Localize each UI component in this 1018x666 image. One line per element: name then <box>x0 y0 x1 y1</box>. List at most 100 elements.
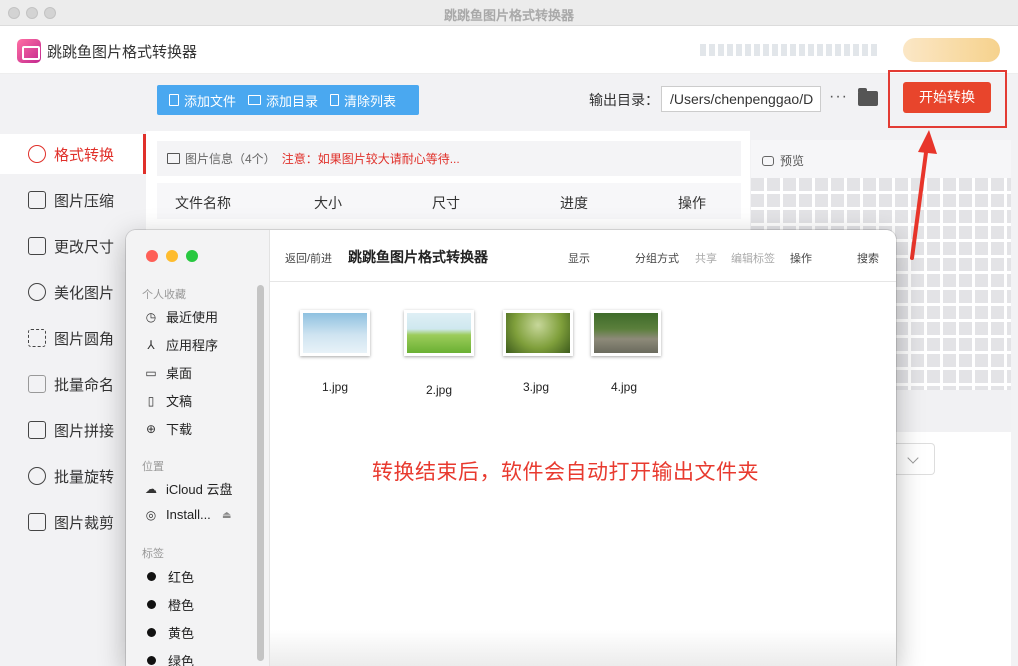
sidebar-item-rounded-corner[interactable]: 图片圆角 <box>0 318 146 358</box>
favorites-section-label: 个人收藏 <box>142 289 186 301</box>
edit-tags-button[interactable]: 编辑标签 <box>731 250 775 266</box>
add-directory-label: 添加目录 <box>266 93 319 109</box>
sidebar-item-stitch[interactable]: 图片拼接 <box>0 410 146 450</box>
sidebar-item-label: 美化图片 <box>54 284 115 302</box>
applications-icon: ⅄ <box>147 337 155 352</box>
disk-icon: ◎ <box>145 507 157 522</box>
app-header: 跳跳鱼图片格式转换器 <box>0 26 1018 74</box>
finder-item-label: iCloud 云盘 <box>166 482 233 497</box>
finder-bottom-edge <box>270 630 896 666</box>
finder-item-label: 文稿 <box>166 394 193 409</box>
sidebar-item-label: 图片压缩 <box>54 192 115 210</box>
finder-close-button[interactable] <box>146 250 158 262</box>
sidebar-item-rotate[interactable]: 批量旋转 <box>0 456 146 496</box>
sidebar-item-label: 图片裁剪 <box>54 514 115 532</box>
window-titlebar: 跳跳鱼图片格式转换器 <box>0 0 1018 26</box>
finder-zoom-button[interactable] <box>186 250 198 262</box>
finder-tag-orange[interactable]: 橙色 <box>144 595 194 614</box>
settings-panel <box>895 390 1011 666</box>
finder-item-icloud[interactable]: ☁ iCloud 云盘 <box>144 479 232 498</box>
file-name-4[interactable]: 4.jpg <box>589 380 659 394</box>
action-button[interactable]: 操作 <box>790 250 812 266</box>
sidebar-item-rename[interactable]: 批量命名 <box>0 364 146 404</box>
view-button[interactable]: 显示 <box>568 250 590 266</box>
output-dir-label: 输出目录： <box>589 92 659 108</box>
finder-toolbar: 返回/前进 跳跳鱼图片格式转换器 显示 分组方式 共享 编辑标签 操作 搜索 <box>270 230 896 282</box>
finder-minimize-button[interactable] <box>166 250 178 262</box>
rotate-icon <box>28 467 46 485</box>
tag-dot-icon <box>147 600 156 609</box>
crop-icon <box>28 513 46 531</box>
add-file-button[interactable]: 添加文件 <box>157 91 236 110</box>
file-thumbnail-4[interactable] <box>591 310 661 356</box>
header-banner[interactable] <box>700 44 880 56</box>
more-options-button[interactable]: ··· <box>829 88 848 106</box>
clock-icon: ◷ <box>145 309 157 324</box>
finder-item-desktop[interactable]: ▭ 桌面 <box>144 363 192 382</box>
clear-list-label: 清除列表 <box>344 93 397 109</box>
sidebar-item-compress[interactable]: 图片压缩 <box>0 180 146 220</box>
share-button[interactable]: 共享 <box>695 250 717 266</box>
finder-sidebar-scrollbar[interactable] <box>257 285 264 661</box>
window-title: 跳跳鱼图片格式转换器 <box>443 8 574 23</box>
file-thumbnail-2[interactable] <box>404 310 474 356</box>
download-icon: ⊕ <box>145 421 157 436</box>
sidebar-item-crop[interactable]: 图片裁剪 <box>0 502 146 542</box>
column-filename: 文件名称 <box>175 195 231 211</box>
file-thumbnail-1[interactable] <box>300 310 370 356</box>
sidebar-item-label: 批量旋转 <box>54 468 115 486</box>
tag-dot-icon <box>147 628 156 637</box>
sidebar-item-beautify[interactable]: 美化图片 <box>0 272 146 312</box>
auto-open-note: 转换结束后，软件会自动打开输出文件夹 <box>372 461 759 484</box>
file-icon <box>169 94 179 106</box>
finder-window-title: 跳跳鱼图片格式转换器 <box>348 249 488 265</box>
finder-item-downloads[interactable]: ⊕ 下载 <box>144 419 192 438</box>
finder-item-documents[interactable]: ▯ 文稿 <box>144 391 192 410</box>
wait-warning: 注意：如果图片较大请耐心等待... <box>281 152 460 166</box>
tag-dot-icon <box>147 656 156 665</box>
finder-item-label: 桌面 <box>166 366 193 381</box>
preview-label: 预览 <box>780 154 805 168</box>
open-folder-icon[interactable] <box>858 88 878 106</box>
sidebar-item-resize[interactable]: 更改尺寸 <box>0 226 146 266</box>
sidebar-item-label: 格式转换 <box>54 146 115 164</box>
start-convert-button[interactable]: 开始转换 <box>903 82 991 113</box>
finder-tag-green[interactable]: 绿色 <box>144 651 194 666</box>
convert-icon <box>28 145 46 163</box>
finder-item-install-volume[interactable]: ◎ Install... <box>144 507 211 522</box>
stitch-icon <box>28 421 46 439</box>
clear-list-button[interactable]: 清除列表 <box>318 91 396 110</box>
output-path-field[interactable]: /Users/chenpenggao/D <box>661 86 821 112</box>
finder-item-label: Install... <box>166 507 211 522</box>
finder-sidebar: 个人收藏 ◷ 最近使用 ⅄ 应用程序 ▭ 桌面 ▯ 文稿 ⊕ 下载 位置 ☁ i… <box>126 230 270 666</box>
group-by-button[interactable]: 分组方式 <box>635 250 679 266</box>
file-name-3[interactable]: 3.jpg <box>501 380 571 394</box>
format-select-dropdown[interactable] <box>895 443 935 475</box>
back-forward-button[interactable]: 返回/前进 <box>285 250 332 266</box>
finder-item-applications[interactable]: ⅄ 应用程序 <box>144 335 218 354</box>
column-size: 大小 <box>314 195 342 211</box>
vip-badge[interactable] <box>903 38 1000 62</box>
search-button[interactable]: 搜索 <box>857 250 879 266</box>
finder-item-label: 下载 <box>166 422 193 437</box>
file-name-1[interactable]: 1.jpg <box>300 380 370 394</box>
file-name-2[interactable]: 2.jpg <box>404 383 474 397</box>
image-info-bar: 图片信息（4个） 注意：如果图片较大请耐心等待... <box>157 141 741 176</box>
finder-tag-yellow[interactable]: 黄色 <box>144 623 194 642</box>
add-directory-button[interactable]: 添加目录 <box>236 91 318 110</box>
finder-item-label: 橙色 <box>168 598 195 613</box>
rename-icon <box>28 375 46 393</box>
sidebar-item-label: 批量命名 <box>54 376 115 394</box>
finder-item-label: 应用程序 <box>166 338 219 353</box>
app-logo-icon <box>17 39 41 63</box>
eject-icon[interactable]: ⏏ <box>222 510 231 521</box>
file-toolbar: 添加文件 添加目录 清除列表 <box>157 85 419 115</box>
finder-item-recents[interactable]: ◷ 最近使用 <box>144 307 218 326</box>
column-progress: 进度 <box>560 195 588 211</box>
file-thumbnail-3[interactable] <box>503 310 573 356</box>
sidebar-item-label: 图片圆角 <box>54 330 115 348</box>
compress-icon <box>28 191 46 209</box>
finder-item-label: 红色 <box>168 570 195 585</box>
finder-tag-red[interactable]: 红色 <box>144 567 194 586</box>
sidebar-item-format-convert[interactable]: 格式转换 <box>0 134 146 174</box>
